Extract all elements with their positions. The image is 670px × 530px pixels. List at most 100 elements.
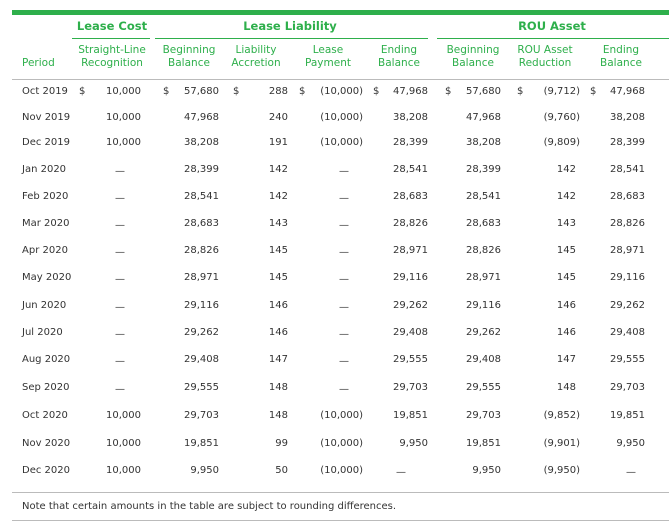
header-line-2: Recognition xyxy=(81,57,143,69)
note-bottom-divider xyxy=(12,520,669,521)
cell-rou-beginning: 29,555 xyxy=(466,382,501,393)
group-rule-rou-asset xyxy=(437,38,669,39)
header-line-1: Ending xyxy=(380,44,418,56)
cell-straight-line: — xyxy=(115,384,125,395)
cell-straight-line: — xyxy=(115,274,125,285)
cell-liab-beginning: 29,555 xyxy=(184,382,219,393)
cell-rou-ending: 9,950 xyxy=(616,438,645,449)
cell-straight-line: — xyxy=(115,329,125,340)
cell-straight-line: — xyxy=(115,193,125,204)
cell-period: Apr 2020 xyxy=(22,245,68,256)
cell-liab-ending: 29,262 xyxy=(393,300,428,311)
cell-liab-accretion: 147 xyxy=(268,354,288,365)
group-header-rou-asset: ROU Asset xyxy=(518,19,586,33)
table-row: Jul 2020 — 29,262 146 — 29,408 29,262 146 29,408 xyxy=(0,327,670,355)
cell-lease-payment: — xyxy=(339,247,349,258)
cell-rou-ending: 29,262 xyxy=(610,300,645,311)
cell-rou-reduction: (9,950) xyxy=(543,465,580,476)
column-header-rou-beginning: Beginning Balance xyxy=(442,44,504,70)
cell-liab-accretion: 146 xyxy=(268,327,288,338)
cell-rou-beginning: 57,680 xyxy=(466,86,501,97)
table-row: Aug 2020 — 29,408 147 — 29,555 29,408 147 29,555 xyxy=(0,354,670,382)
column-header-period: Period xyxy=(22,57,55,69)
cell-liab-ending: 47,968 xyxy=(393,86,428,97)
table-row: Sep 2020 — 29,555 148 — 29,703 29,555 148 29,703 xyxy=(0,382,670,410)
cell-liab-beginning: 19,851 xyxy=(184,438,219,449)
cell-liab-ending: 9,950 xyxy=(399,438,428,449)
cell-rou-ending: 19,851 xyxy=(610,410,645,421)
cell-rou-ending: 28,826 xyxy=(610,218,645,229)
header-line-2: Reduction xyxy=(518,57,572,69)
cell-lease-payment: — xyxy=(339,329,349,340)
cell-period: Aug 2020 xyxy=(22,354,71,365)
cell-lease-payment: — xyxy=(339,193,349,204)
cell-rou-ending: 29,703 xyxy=(610,382,645,393)
cell-lease-payment: — xyxy=(339,356,349,367)
cell-liab-beginning: 28,399 xyxy=(184,164,219,175)
cell-rou-reduction: (9,712) xyxy=(543,86,580,97)
header-line-2: Balance xyxy=(378,57,420,69)
cell-rou-reduction: 142 xyxy=(556,191,576,202)
cell-straight-line: — xyxy=(115,220,125,231)
cell-liab-ending: 29,555 xyxy=(393,354,428,365)
cell-straight-line: — xyxy=(115,302,125,313)
cell-rou-ending: 28,971 xyxy=(610,245,645,256)
cell-lease-payment: (10,000) xyxy=(320,86,363,97)
cell-rou-ending: 29,116 xyxy=(610,272,645,283)
table-bottom-divider xyxy=(12,492,669,493)
cell-period: May 2020 xyxy=(22,272,72,283)
cell-liab-accretion: 142 xyxy=(268,191,288,202)
table-row: Dec 2019 10,000 38,208 191 (10,000) 28,399 38,… xyxy=(0,137,670,165)
cell-straight-line: 10,000 xyxy=(106,137,141,148)
header-line-1: Straight-Line xyxy=(78,44,146,56)
cell-rou-beginning: 19,851 xyxy=(466,438,501,449)
cell-liab-accretion: 148 xyxy=(268,382,288,393)
cell-period: Jun 2020 xyxy=(22,300,67,311)
column-header-straight-line: Straight-Line Recognition xyxy=(72,44,152,70)
cell-period: Nov 2020 xyxy=(22,438,71,449)
cell-rou-reduction: 143 xyxy=(556,218,576,229)
cell-period: Sep 2020 xyxy=(22,382,70,393)
header-line-1: ROU Asset xyxy=(517,44,573,56)
cell-straight-line: 10,000 xyxy=(106,438,141,449)
group-rule-lease-cost xyxy=(72,38,150,39)
header-line-2: Balance xyxy=(600,57,642,69)
cell-liab-ending: 28,399 xyxy=(393,137,428,148)
cell-period: Dec 2020 xyxy=(22,465,70,476)
cell-lease-payment: — xyxy=(339,166,349,177)
cell-liab-beginning: 9,950 xyxy=(190,465,219,476)
cell-period: Oct 2019 xyxy=(22,86,68,97)
cell-rou-reduction: 142 xyxy=(556,164,576,175)
table-row: Nov 2019 10,000 47,968 240 (10,000) 38,208 47,… xyxy=(0,112,670,140)
cell-straight-line: — xyxy=(115,247,125,258)
header-line-1: Beginning xyxy=(162,44,216,56)
cell-liab-beginning: 28,826 xyxy=(184,245,219,256)
cell-rou-beginning: 29,262 xyxy=(466,327,501,338)
cell-straight-line: 10,000 xyxy=(106,410,141,421)
cell-lease-payment: (10,000) xyxy=(320,438,363,449)
cell-lease-payment: — xyxy=(339,274,349,285)
cell-straight-line: — xyxy=(115,356,125,367)
cell-liab-ending: 29,408 xyxy=(393,327,428,338)
cell-lease-payment: (10,000) xyxy=(320,112,363,123)
cell-rou-reduction: (9,901) xyxy=(543,438,580,449)
cell-liab-accretion: 143 xyxy=(268,218,288,229)
cell-lease-payment: — xyxy=(339,302,349,313)
cell-liab-accretion: 145 xyxy=(268,272,288,283)
currency-symbol: $ xyxy=(445,86,452,97)
cell-rou-beginning: 9,950 xyxy=(472,465,501,476)
cell-period: Feb 2020 xyxy=(22,191,69,202)
header-line-2: Payment xyxy=(305,57,351,69)
cell-liab-beginning: 57,680 xyxy=(184,86,219,97)
cell-straight-line: 10,000 xyxy=(106,465,141,476)
cell-rou-ending: 28,683 xyxy=(610,191,645,202)
currency-symbol: $ xyxy=(373,86,380,97)
header-divider xyxy=(12,79,669,80)
rounding-note: Note that certain amounts in the table a… xyxy=(22,501,397,512)
cell-lease-payment: — xyxy=(339,384,349,395)
group-rule-lease-liability xyxy=(155,38,428,39)
cell-liab-beginning: 29,703 xyxy=(184,410,219,421)
currency-symbol: $ xyxy=(79,86,86,97)
cell-period: Dec 2019 xyxy=(22,137,70,148)
column-header-rou-reduction: ROU Asset Reduction xyxy=(512,44,578,70)
